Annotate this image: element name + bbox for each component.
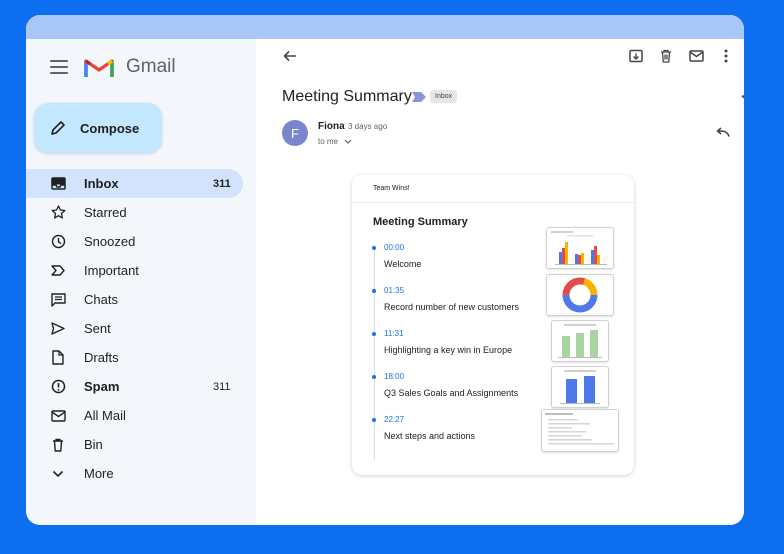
meeting-summary-card: Team Wins! Meeting Summary 00:00 Welcome… bbox=[352, 175, 634, 475]
mark-unread-icon[interactable] bbox=[686, 46, 706, 66]
slide-thumbnail-donut-chart[interactable] bbox=[546, 274, 614, 316]
timestamp-link[interactable]: 22:27 bbox=[384, 415, 404, 424]
sidebar: Gmail Compose Inbox 311 Starred Snoozed … bbox=[26, 39, 256, 525]
email-time: 3 days ago bbox=[348, 122, 388, 131]
timestamp-link[interactable]: 18:00 bbox=[384, 372, 404, 381]
menu-icon[interactable] bbox=[50, 60, 68, 74]
draft-icon bbox=[50, 350, 66, 366]
email-subject: Meeting Summary bbox=[282, 88, 412, 105]
recipient-label: to me bbox=[318, 137, 339, 146]
sidebar-item-all-mail[interactable]: All Mail bbox=[26, 401, 256, 430]
sender-avatar[interactable]: F bbox=[282, 120, 308, 146]
timeline-title: Welcome bbox=[384, 259, 422, 269]
star-icon bbox=[50, 205, 66, 221]
timeline-title: Next steps and actions bbox=[384, 431, 476, 441]
card-header: Team Wins! bbox=[352, 175, 634, 203]
slide-thumbnail-blue-bars[interactable] bbox=[551, 366, 609, 408]
sender-name: Fiona bbox=[318, 121, 345, 132]
slide-thumbnail-next-steps[interactable] bbox=[541, 409, 619, 452]
sidebar-item-important[interactable]: Important bbox=[26, 256, 256, 285]
sidebar-item-label: Sent bbox=[84, 321, 111, 336]
reply-icon[interactable] bbox=[713, 122, 733, 142]
slide-thumbnail-green-bars[interactable] bbox=[551, 320, 609, 362]
recipient-dropdown[interactable]: to me bbox=[318, 137, 352, 146]
compose-button[interactable]: Compose bbox=[34, 103, 162, 153]
timeline-title: Q3 Sales Goals and Assignments bbox=[384, 388, 519, 398]
delete-icon[interactable] bbox=[656, 46, 676, 66]
chevron-down-icon bbox=[50, 466, 66, 482]
card-title: Meeting Summary bbox=[373, 216, 468, 228]
chat-icon bbox=[50, 292, 66, 308]
sidebar-item-drafts[interactable]: Drafts bbox=[26, 343, 256, 372]
sidebar-item-sent[interactable]: Sent bbox=[26, 314, 256, 343]
inbox-icon bbox=[50, 176, 66, 192]
nav-list: Inbox 311 Starred Snoozed Important Chat… bbox=[26, 169, 256, 488]
sidebar-item-label: Chats bbox=[84, 292, 118, 307]
timeline-line bbox=[374, 245, 375, 460]
timestamp-link[interactable]: 01:35 bbox=[384, 286, 404, 295]
more-vert-icon[interactable] bbox=[716, 46, 736, 66]
chevron-down-icon bbox=[344, 139, 352, 144]
important-icon bbox=[50, 263, 66, 279]
timestamp-link[interactable]: 00:00 bbox=[384, 243, 404, 252]
back-arrow-icon[interactable] bbox=[280, 46, 300, 66]
spam-count: 311 bbox=[213, 380, 231, 393]
archive-icon[interactable] bbox=[626, 46, 646, 66]
sidebar-item-spam[interactable]: Spam 311 bbox=[26, 372, 256, 401]
pencil-icon bbox=[51, 121, 65, 135]
sidebar-item-snoozed[interactable]: Snoozed bbox=[26, 227, 256, 256]
gmail-logo-icon bbox=[84, 59, 114, 77]
timeline-dot bbox=[372, 289, 376, 293]
inbox-label-chip[interactable]: Inbox bbox=[430, 90, 458, 103]
sidebar-item-label: All Mail bbox=[84, 408, 126, 423]
timeline-title: Highlighting a key win in Europe bbox=[384, 345, 513, 355]
sidebar-item-label: Snoozed bbox=[84, 234, 136, 249]
window-top-bar bbox=[26, 15, 744, 39]
timeline-dot bbox=[372, 375, 376, 379]
sidebar-item-more[interactable]: More bbox=[26, 459, 256, 488]
trash-icon bbox=[50, 437, 66, 453]
sidebar-item-label: Bin bbox=[84, 437, 103, 452]
sidebar-item-label: More bbox=[84, 466, 114, 481]
sidebar-item-inbox[interactable]: Inbox 311 bbox=[26, 169, 243, 198]
timeline-dot bbox=[372, 246, 376, 250]
mail-icon bbox=[50, 408, 66, 424]
email-view: Meeting Summary Inbox F Fiona 3 days ago… bbox=[256, 39, 744, 525]
sidebar-item-label: Inbox bbox=[84, 176, 119, 191]
sidebar-item-bin[interactable]: Bin bbox=[26, 430, 256, 459]
sidebar-item-starred[interactable]: Starred bbox=[26, 198, 256, 227]
timeline-title: Record number of new customers bbox=[384, 302, 520, 312]
star-outline-icon[interactable] bbox=[738, 88, 744, 108]
timeline-dot bbox=[372, 418, 376, 422]
app-name: Gmail bbox=[126, 56, 176, 77]
label-tag-icon bbox=[412, 92, 426, 102]
sidebar-item-label: Starred bbox=[84, 205, 127, 220]
sidebar-item-label: Drafts bbox=[84, 350, 119, 365]
clock-icon bbox=[50, 234, 66, 250]
unread-count: 311 bbox=[213, 177, 231, 190]
gmail-window: Gmail Compose Inbox 311 Starred Snoozed … bbox=[26, 15, 744, 525]
slide-thumbnail-bar-chart[interactable] bbox=[546, 227, 614, 269]
timeline-dot bbox=[372, 332, 376, 336]
sidebar-item-label: Important bbox=[84, 263, 139, 278]
compose-label: Compose bbox=[80, 120, 140, 136]
send-icon bbox=[50, 321, 66, 337]
more-vert-icon[interactable] bbox=[742, 122, 744, 142]
card-header-text: Team Wins! bbox=[373, 185, 410, 192]
sidebar-item-label: Spam bbox=[84, 379, 120, 394]
spam-icon bbox=[50, 379, 66, 395]
timestamp-link[interactable]: 11:31 bbox=[384, 329, 403, 338]
sidebar-item-chats[interactable]: Chats bbox=[26, 285, 256, 314]
